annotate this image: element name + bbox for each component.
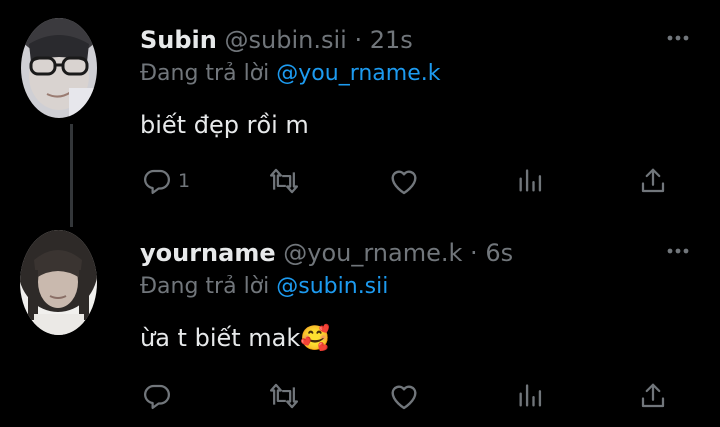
tweet-header: Subin @subin.sii · 21s <box>140 26 413 54</box>
replying-to: Đang trả lời @subin.sii <box>140 273 388 301</box>
more-icon[interactable] <box>666 241 690 261</box>
share-icon <box>638 381 668 411</box>
display-name[interactable]: yourname <box>140 239 276 267</box>
handle[interactable]: @subin.sii <box>225 26 347 54</box>
smiling-face-with-hearts-emoji: 🥰 <box>300 324 331 352</box>
thread-line <box>70 124 73 227</box>
separator: · <box>354 26 363 54</box>
views-icon <box>516 381 544 411</box>
like-icon <box>388 381 420 411</box>
replying-to-handle[interactable]: @subin.sii <box>276 274 388 299</box>
reply-icon <box>142 166 172 196</box>
avatar[interactable] <box>21 18 97 118</box>
like-button[interactable] <box>388 376 420 416</box>
reply-icon <box>142 381 172 411</box>
separator: · <box>470 239 478 267</box>
replying-to: Đang trả lời @you_rname.k <box>140 60 440 88</box>
display-name[interactable]: Subin <box>140 26 217 54</box>
avatar[interactable] <box>20 230 97 335</box>
reply-count: 1 <box>178 170 191 192</box>
tweet[interactable]: yourname @you_rname.k · 6s Đang trả lời … <box>0 213 720 427</box>
like-button[interactable] <box>388 161 420 201</box>
share-button[interactable] <box>638 161 668 201</box>
like-icon <box>388 166 420 196</box>
replying-to-handle[interactable]: @you_rname.k <box>276 61 440 86</box>
share-icon <box>638 166 668 196</box>
action-bar: 1 <box>140 161 680 201</box>
tweet-text: biết đẹp rồi m <box>140 111 309 139</box>
timestamp[interactable]: 6s <box>485 239 513 267</box>
timestamp[interactable]: 21s <box>370 26 413 54</box>
replying-to-label: Đang trả lời <box>140 61 270 86</box>
tweet-text: ừa t biết mak🥰 <box>140 323 330 353</box>
views-button[interactable] <box>516 161 544 201</box>
reply-button[interactable]: 1 <box>142 161 190 201</box>
views-button[interactable] <box>516 376 544 416</box>
retweet-icon <box>268 166 300 196</box>
retweet-icon <box>268 381 300 411</box>
tweet-text-content: ừa t biết mak <box>140 324 301 352</box>
retweet-button[interactable] <box>268 376 300 416</box>
action-bar <box>140 376 680 416</box>
tweet-header: yourname @you_rname.k · 6s <box>140 239 513 267</box>
retweet-button[interactable] <box>268 161 300 201</box>
share-button[interactable] <box>638 376 668 416</box>
handle[interactable]: @you_rname.k <box>283 239 462 267</box>
tweet[interactable]: Subin @subin.sii · 21s Đang trả lời @you… <box>0 0 720 227</box>
replying-to-label: Đang trả lời <box>140 274 270 299</box>
reply-button[interactable] <box>142 376 178 416</box>
views-icon <box>516 166 544 196</box>
more-icon[interactable] <box>666 28 690 48</box>
